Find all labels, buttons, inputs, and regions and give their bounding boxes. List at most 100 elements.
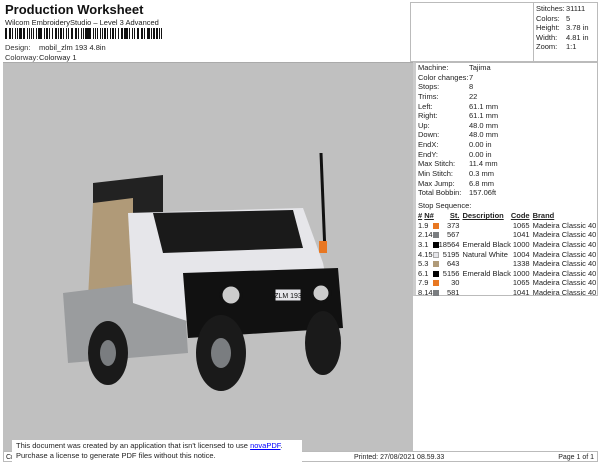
info-row: Stitches: 31111 — [536, 4, 597, 14]
info-row: Colors: 5 — [536, 14, 597, 24]
stitch-count: 373 — [446, 220, 460, 230]
windscreen — [153, 210, 303, 253]
needle: 14 — [424, 230, 433, 240]
description: Emerald Black — [462, 239, 511, 249]
barcode-bar — [33, 28, 35, 39]
table-row: 8. 14 581 1041 Madeira Classic 40 — [418, 288, 596, 298]
description: Emerald Black — [462, 268, 511, 278]
info-label: Left: — [418, 101, 433, 111]
barcode-bar — [109, 28, 112, 39]
brand: Madeira Classic 40 — [532, 239, 597, 249]
info-value: 61.1 mm — [469, 111, 499, 121]
barcode-bar — [147, 28, 149, 39]
barcode-bar — [102, 28, 103, 39]
code: 1004 — [512, 249, 530, 259]
barcode-bar — [99, 28, 101, 39]
barcode-bar — [106, 28, 108, 39]
info-row: Min Stitch: 0.3 mm — [418, 169, 595, 179]
barcode-bar — [121, 28, 124, 39]
table-row: 7. 9 30 1065 Madeira Classic 40 — [418, 278, 596, 288]
stop-sequence-table: # N# St. Description Code Brand 1. 9 373 1065 Mad… — [418, 211, 596, 297]
table-row: 1. 9 373 1065 Madeira Classic 40 — [418, 220, 596, 230]
column-header: N# — [424, 211, 434, 221]
barcode-bar — [18, 28, 20, 39]
stitch-count: 567 — [446, 230, 460, 240]
design-preview: ZLM 193 — [3, 63, 413, 451]
barcode-bar — [71, 28, 74, 39]
barcode-bar — [20, 28, 23, 39]
software-name: Wilcom EmbroideryStudio – Level 3 Advanc… — [5, 18, 159, 27]
barcode-bar — [28, 28, 31, 39]
info-row: Max Stitch: 11.4 mm — [418, 159, 595, 169]
wheel — [305, 311, 341, 375]
color-swatch — [432, 222, 439, 229]
info-value: Tajima — [469, 63, 491, 72]
info-label: Max Jump: — [418, 178, 455, 188]
barcode-bar — [152, 28, 155, 39]
info-row: EndX: 0.00 in — [418, 140, 595, 150]
info-row: Width: 4.81 in — [536, 33, 597, 43]
license-notice: This document was created by an applicat… — [12, 440, 302, 464]
table-row: 6. 1 5156 Emerald Black 1000 Madeira Classic … — [418, 268, 596, 278]
description — [462, 220, 510, 230]
notice-period: . — [280, 441, 283, 450]
description — [462, 288, 510, 298]
info-row: Machine: Tajima — [418, 63, 595, 73]
table-row: 4. 15 5195 Natural White 1004 Madeira Classic… — [418, 249, 596, 259]
barcode-bar — [129, 28, 131, 39]
needle: 3 — [424, 259, 429, 269]
notice-line1: This document was created by an applicat… — [16, 441, 251, 450]
info-label: Trims: — [418, 91, 439, 101]
printed-date: Printed: 27/08/2021 08.59.33 — [354, 454, 445, 461]
brand: Madeira Classic 40 — [532, 268, 597, 278]
novapdf-link[interactable]: novaPDF — [250, 441, 280, 450]
barcode-bar — [60, 28, 63, 39]
barcode-bar — [86, 28, 89, 39]
info-row: Stops: 8 — [418, 82, 595, 92]
info-label: Min Stitch: — [418, 169, 454, 179]
headlight — [219, 283, 243, 307]
barcode-bar — [126, 28, 129, 39]
color-swatch — [432, 232, 439, 239]
info-label: EndY: — [418, 149, 439, 159]
info-value: 0.00 in — [469, 149, 492, 159]
info-row: Left: 61.1 mm — [418, 102, 595, 112]
info-value: 1:1 — [566, 42, 577, 52]
info-row: Trims: 22 — [418, 92, 595, 102]
description — [462, 278, 510, 288]
info-value: 0.3 mm — [469, 169, 495, 179]
barcode-bar — [84, 28, 86, 39]
barcode-bar — [160, 28, 163, 39]
stop-sequence-title: Stop Sequence: — [418, 200, 472, 210]
info-row: Down: 48.0 mm — [418, 130, 595, 140]
barcode-bar — [55, 28, 58, 39]
barcode-bar — [14, 28, 17, 39]
info-row: Max Jump: 6.8 mm — [418, 179, 595, 189]
brand: Madeira Classic 40 — [532, 230, 597, 240]
info-value: 0.00 in — [469, 140, 492, 150]
info-value: 8 — [469, 82, 474, 92]
table-row: 3. 1 18564 Emerald Black 1000 Madeira Classic… — [418, 240, 596, 250]
brand: Madeira Classic 40 — [532, 259, 597, 269]
barcode-bar — [114, 28, 117, 39]
barcode-bar — [97, 28, 98, 39]
rim — [100, 340, 116, 366]
design-label: Design: — [5, 43, 31, 52]
barcode-bar — [43, 28, 45, 39]
plate-text: ZLM 193 — [274, 293, 302, 300]
antenna-base — [319, 241, 327, 253]
info-value: 7 — [469, 72, 474, 82]
barcode-bar — [93, 28, 94, 39]
barcode-bar — [51, 28, 54, 39]
info-value: 61.1 mm — [469, 101, 499, 111]
barcode-bar — [118, 28, 120, 39]
info-label: Color changes: — [418, 72, 469, 82]
barcode-bar — [83, 28, 84, 39]
barcode-bar — [124, 28, 126, 39]
stitch-count: 5195 — [442, 249, 460, 259]
barcode-bar — [159, 28, 161, 39]
design-name: Design: mobil_zlm 193 4.8in — [5, 43, 106, 52]
needle: 9 — [424, 220, 429, 230]
barcode-bar — [144, 28, 146, 39]
colorway-value: Colorway 1 — [39, 53, 77, 62]
